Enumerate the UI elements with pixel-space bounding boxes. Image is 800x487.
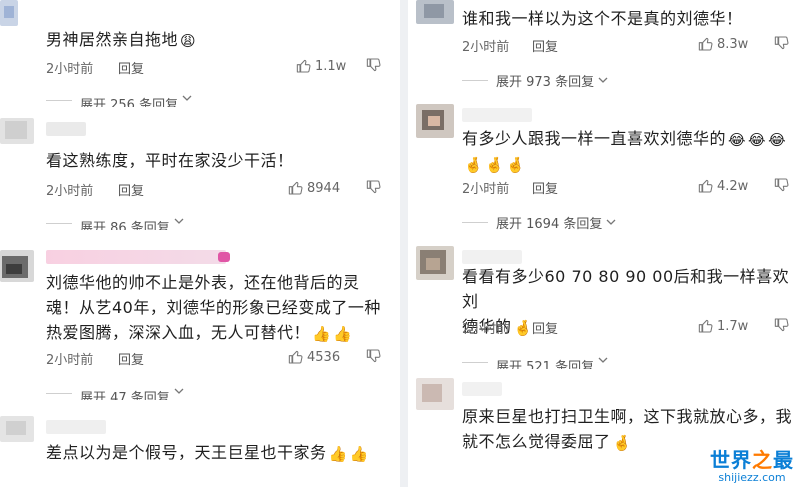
like-button[interactable]: 1.7w [698, 316, 748, 336]
dislike-button[interactable] [774, 35, 792, 53]
dislike-button[interactable] [774, 177, 792, 195]
like-count: 4.2w [717, 178, 749, 194]
chevron-down-icon [598, 357, 608, 363]
reply-button[interactable]: 回复 [118, 58, 144, 77]
comment-meta: 2小时前 回复 4536 [46, 347, 386, 368]
comment-meta: 2小时前 回复 8.3w [462, 34, 792, 55]
left-comment-column: 男神居然亲自拖地 😩 2小时前 回复 1.1w 展开 256 条回复 看这熟练度… [0, 0, 400, 487]
thumbs-up-icon [296, 59, 311, 73]
like-count: 8944 [307, 180, 341, 196]
chevron-down-icon [174, 388, 184, 394]
right-comment-column: 谁和我一样以为这个不是真的刘德华！ 2小时前 回复 8.3w 展开 973 条回… [408, 0, 800, 487]
chevron-down-icon [182, 95, 192, 101]
thumbs-up-icon [698, 319, 713, 333]
reply-button[interactable]: 回复 [532, 318, 558, 337]
column-divider [400, 0, 408, 487]
avatar[interactable] [0, 416, 34, 442]
reply-button[interactable]: 回复 [118, 180, 144, 199]
username[interactable] [462, 108, 532, 122]
reply-button[interactable]: 回复 [532, 178, 558, 197]
like-button[interactable]: 8.3w [698, 34, 748, 54]
like-button[interactable]: 4536 [288, 347, 340, 367]
username[interactable] [46, 420, 106, 434]
like-count: 1.1w [315, 58, 347, 74]
timestamp: 2小时前 [462, 322, 510, 337]
thumbs-up-emoji-icon: 👍 [328, 444, 348, 463]
dislike-button[interactable] [774, 317, 792, 335]
reply-button[interactable]: 回复 [532, 36, 558, 55]
timestamp: 2小时前 [46, 62, 94, 77]
avatar[interactable] [416, 246, 454, 280]
user-badge-icon [218, 252, 230, 262]
thumbs-up-icon [288, 350, 303, 364]
thumbs-down-icon [774, 36, 789, 50]
comment-text: 看这熟练度，平时在家没少干活！ [46, 151, 294, 170]
avatar[interactable] [0, 250, 34, 282]
username[interactable] [462, 382, 502, 396]
thumbs-up-icon [288, 181, 303, 195]
thumbs-up-emoji-icon: 👍 [333, 324, 353, 343]
avatar[interactable] [0, 118, 34, 144]
expand-replies-button[interactable]: 展开 521 条回复 [462, 356, 608, 369]
chevron-down-icon [606, 219, 616, 225]
thumbs-up-emoji-icon: 👍 [349, 444, 369, 463]
comment-text: 有多少人跟我一样一直喜欢刘德华的 😂 😂 😂 🤞 🤞 🤞 [462, 129, 787, 174]
comment-meta: 2小时前 回复 4.2w [462, 176, 792, 197]
chevron-down-icon [598, 77, 608, 83]
expand-replies-button[interactable]: 展开 1694 条回复 [462, 212, 616, 232]
avatar[interactable] [416, 104, 454, 138]
like-count: 8.3w [717, 36, 749, 52]
comment-meta: 2小时前 回复 1.7w [462, 316, 792, 337]
expand-replies-button[interactable]: 展开 256 条回复 [46, 94, 192, 107]
avatar[interactable] [416, 0, 454, 24]
comment-meta: 2小时前 回复 8944 [46, 178, 386, 199]
thumbs-down-icon [774, 178, 789, 192]
avatar[interactable] [416, 378, 454, 410]
timestamp: 2小时前 [462, 40, 510, 55]
thumbs-up-emoji-icon: 👍 [312, 324, 332, 343]
crossed-fingers-icon: 🤞 [464, 155, 484, 174]
like-count: 4536 [307, 349, 341, 365]
comment-text: 原来巨星也打扫卫生啊，这下我就放心多，我 就不怎么觉得委屈了 🤞 [462, 407, 793, 452]
site-watermark: 世界之最 shijiezz.com [710, 448, 794, 484]
thumbs-down-icon [366, 180, 381, 194]
like-button[interactable]: 8944 [288, 178, 340, 198]
dislike-button[interactable] [366, 348, 384, 366]
dislike-button[interactable] [366, 179, 384, 197]
username[interactable] [46, 250, 226, 264]
like-button[interactable]: 4.2w [698, 176, 748, 196]
expand-replies-button[interactable]: 展开 47 条回复 [46, 387, 184, 400]
timestamp: 2小时前 [462, 182, 510, 197]
expand-replies-button[interactable]: 展开 86 条回复 [46, 217, 184, 230]
laughing-face-icon: 😂 [768, 130, 787, 149]
avatar[interactable] [0, 0, 18, 26]
comment-text: 差点以为是个假号，天王巨星也干家务 👍 👍 [46, 443, 369, 463]
dislike-button[interactable] [366, 57, 384, 75]
laughing-face-icon: 😂 [728, 130, 747, 149]
like-button[interactable]: 1.1w [296, 56, 346, 76]
crossed-fingers-icon: 🤞 [485, 155, 505, 174]
thumbs-down-icon [366, 58, 381, 72]
comment-text: 刘德华他的帅不止是外表，还在他背后的灵 魂！从艺40年，刘德华的形象已经变成了一… [46, 273, 381, 343]
thumbs-down-icon [774, 318, 789, 332]
reply-button[interactable]: 回复 [118, 349, 144, 368]
username[interactable] [46, 122, 86, 136]
timestamp: 2小时前 [46, 184, 94, 199]
crossed-fingers-icon: 🤞 [612, 433, 632, 452]
thumbs-up-icon [698, 37, 713, 51]
comment-text: 谁和我一样以为这个不是真的刘德华！ [462, 9, 743, 28]
laughing-face-icon: 😂 [748, 130, 767, 149]
expand-replies-button[interactable]: 展开 973 条回复 [462, 70, 608, 90]
comment-text: 男神居然亲自拖地 😩 [46, 30, 197, 50]
crossed-fingers-icon: 🤞 [506, 155, 526, 174]
weary-face-icon: 😩 [180, 31, 197, 50]
username[interactable] [462, 250, 522, 264]
comment-meta: 2小时前 回复 1.1w [46, 56, 386, 77]
thumbs-down-icon [366, 349, 381, 363]
like-count: 1.7w [717, 318, 749, 334]
timestamp: 2小时前 [46, 353, 94, 368]
chevron-down-icon [174, 218, 184, 224]
thumbs-up-icon [698, 179, 713, 193]
